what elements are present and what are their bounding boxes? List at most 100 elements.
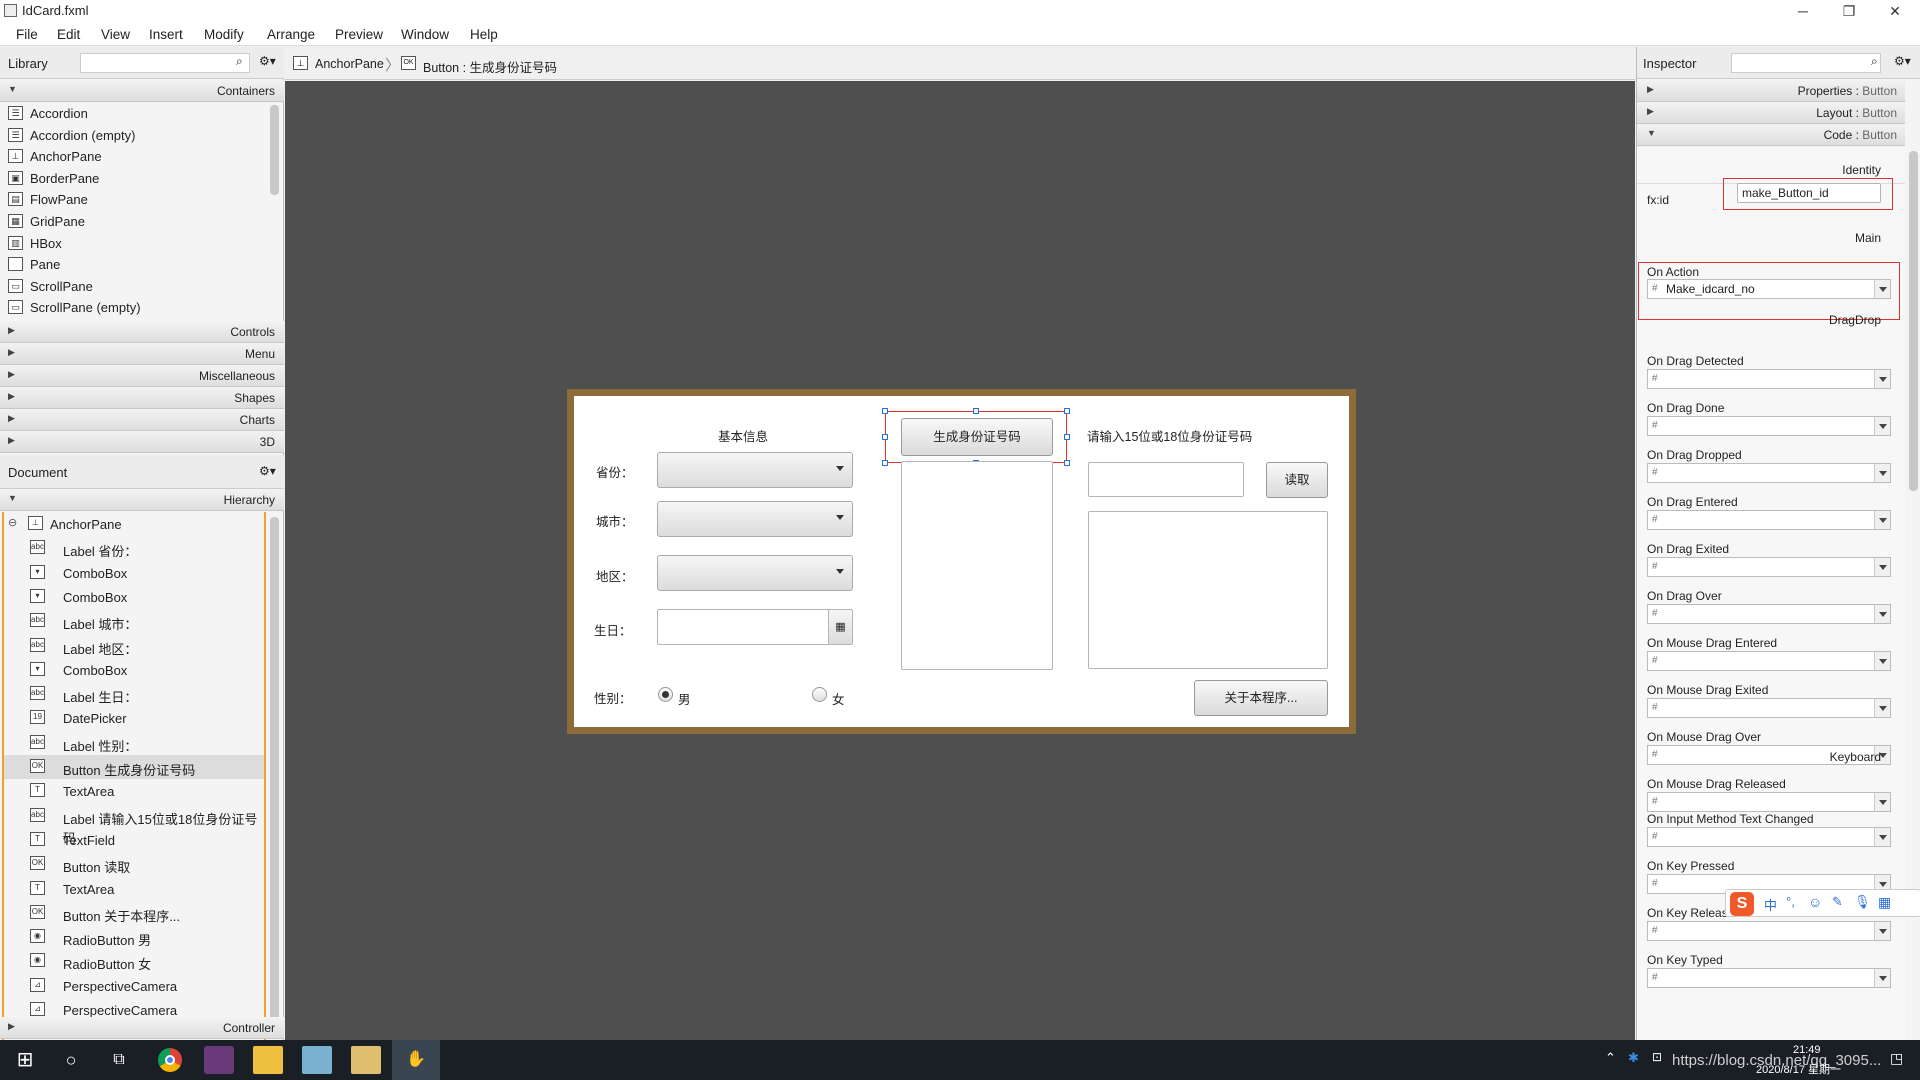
chevron-down-icon[interactable] (1874, 417, 1890, 435)
resize-handle[interactable] (882, 434, 888, 440)
section-misc[interactable]: ▶ Miscellaneous (0, 365, 284, 387)
chevron-down-icon[interactable] (1874, 922, 1890, 940)
library-item[interactable]: ▥ HBox (0, 233, 268, 255)
chevron-down-icon[interactable] (1874, 511, 1890, 529)
menu-window[interactable]: Window (401, 27, 449, 42)
chevron-down-icon[interactable] (1874, 699, 1890, 717)
section-properties[interactable]: ▶ Properties : Button (1637, 80, 1905, 102)
chevron-down-icon[interactable] (1874, 280, 1890, 298)
chevron-down-icon[interactable] (1874, 793, 1890, 811)
tree-item[interactable]: T TextArea (4, 877, 264, 901)
event-handler-input[interactable]: # (1647, 416, 1891, 436)
library-item[interactable]: ▦ GridPane (0, 211, 268, 233)
datepicker-birthday[interactable]: ▦ (657, 609, 853, 645)
event-handler-input[interactable]: # (1647, 968, 1891, 988)
library-item[interactable]: ☰ Accordion (empty) (0, 125, 268, 147)
fxid-input[interactable]: make_Button_id (1737, 183, 1881, 203)
gear-icon[interactable]: ⚙▾ (259, 54, 276, 68)
design-canvas[interactable]: 基本信息 省份： 城市： 地区： 生日： ▦ 性别： 男 女 生成身份证号码 请… (285, 81, 1635, 1040)
label-birthday[interactable]: 生日： (594, 620, 632, 639)
library-scrollbar[interactable] (270, 105, 279, 195)
label-province[interactable]: 省份： (596, 462, 634, 481)
tree-item[interactable]: ◉ RadioButton 女 (4, 949, 264, 973)
tree-item[interactable]: abc Label 地区： (4, 634, 264, 658)
scene-builder-icon[interactable] (351, 1046, 381, 1074)
chrome-icon[interactable] (155, 1046, 185, 1074)
event-handler-input[interactable]: # (1647, 510, 1891, 530)
combobox-city[interactable] (657, 501, 853, 537)
tree-item[interactable]: abc Label 省份： (4, 536, 264, 560)
generate-id-button[interactable]: 生成身份证号码 (901, 418, 1053, 456)
tree-item[interactable]: ▾ ComboBox (4, 561, 264, 585)
chevron-down-icon[interactable] (1874, 558, 1890, 576)
tree-item[interactable]: ◉ RadioButton 男 (4, 925, 264, 949)
read-button[interactable]: 读取 (1266, 462, 1328, 498)
gear-icon[interactable]: ⚙▾ (1894, 54, 1911, 68)
tree-item[interactable]: OK Button 读取 (4, 852, 264, 876)
section-code[interactable]: ▼ Code : Button (1637, 124, 1905, 146)
event-handler-input[interactable]: # (1647, 651, 1891, 671)
section-shapes[interactable]: ▶ Shapes (0, 387, 284, 409)
library-item[interactable]: ▭ ScrollPane (0, 276, 268, 298)
label-basic-info[interactable]: 基本信息 (718, 426, 768, 445)
tree-item[interactable]: abc Label 性别： (4, 731, 264, 755)
grid-icon[interactable]: ▦ (1878, 894, 1891, 911)
combobox-province[interactable] (657, 452, 853, 488)
library-item[interactable]: ▭ ScrollPane (empty) (0, 297, 268, 319)
inspector-search-input[interactable] (1731, 53, 1881, 73)
ime-toolbar[interactable]: S 中 °, ☺ ✎ 🎙 ▦ (1725, 889, 1920, 917)
event-handler-input[interactable]: # (1647, 604, 1891, 624)
tree-item[interactable]: ▾ ComboBox (4, 658, 264, 682)
section-controller[interactable]: ▶ Controller (0, 1017, 284, 1039)
tree-item[interactable]: abc Label 请输入15位或18位身份证号码 (4, 804, 264, 846)
tree-root[interactable]: ⊖ ⊥ AnchorPane (4, 512, 264, 536)
restore-icon[interactable]: ❐ (1826, 0, 1872, 22)
label-gender[interactable]: 性别： (594, 688, 632, 707)
clock-time[interactable]: 21:49 (1793, 1044, 1821, 1056)
search-icon[interactable]: ○ (56, 1046, 86, 1074)
chevron-down-icon[interactable] (1874, 464, 1890, 482)
folder-icon[interactable] (253, 1046, 283, 1074)
about-button[interactable]: 关于本程序... (1194, 680, 1328, 716)
resize-handle[interactable] (1064, 460, 1070, 466)
section-layout[interactable]: ▶ Layout : Button (1637, 102, 1905, 124)
radio-female-label[interactable]: 女 (832, 689, 845, 708)
library-item[interactable]: Pane (0, 254, 268, 276)
textarea-right[interactable] (1088, 511, 1328, 669)
windows-start-icon[interactable]: ⊞ (10, 1046, 40, 1074)
chevron-down-icon[interactable] (1874, 370, 1890, 388)
app-icon[interactable]: ✋ (401, 1046, 431, 1074)
search-icon[interactable]: ⌕ (1871, 54, 1878, 69)
pen-icon[interactable]: ✎ (1832, 894, 1843, 910)
calendar-icon[interactable]: ▦ (828, 610, 852, 644)
chevron-down-icon[interactable] (1874, 605, 1890, 623)
task-view-icon[interactable]: ⧉ (104, 1046, 134, 1074)
editor-icon[interactable] (302, 1046, 332, 1074)
section-3d[interactable]: ▶ 3D (0, 431, 284, 453)
minimize-icon[interactable]: ─ (1780, 0, 1826, 22)
anchorpane-stage[interactable]: 基本信息 省份： 城市： 地区： 生日： ▦ 性别： 男 女 生成身份证号码 请… (567, 389, 1356, 734)
notification-icon[interactable]: ◳ (1890, 1050, 1903, 1067)
event-handler-input[interactable]: # (1647, 463, 1891, 483)
breadcrumb-root[interactable]: AnchorPane (315, 57, 384, 71)
menu-preview[interactable]: Preview (335, 27, 383, 42)
resize-handle[interactable] (1064, 434, 1070, 440)
breadcrumb-current[interactable]: Button : 生成身份证号码 (423, 57, 557, 76)
label-input-prompt[interactable]: 请输入15位或18位身份证号码 (1087, 426, 1252, 445)
tree-item[interactable]: T TextField (4, 828, 264, 852)
library-item[interactable]: ⊥ AnchorPane (0, 146, 268, 168)
label-district[interactable]: 地区： (596, 566, 634, 585)
hierarchy-scrollbar[interactable] (270, 517, 279, 1037)
menu-file[interactable]: File (16, 27, 38, 42)
event-handler-input[interactable]: # (1647, 369, 1891, 389)
menu-arrange[interactable]: Arrange (267, 27, 315, 42)
tree-item[interactable]: ▾ ComboBox (4, 585, 264, 609)
library-item[interactable]: ☰ Accordion (0, 103, 268, 125)
combobox-district[interactable] (657, 555, 853, 591)
resize-handle[interactable] (882, 408, 888, 414)
label-city[interactable]: 城市： (596, 511, 634, 530)
tray-app-icon[interactable]: ✱ (1628, 1050, 1639, 1066)
radio-male[interactable] (658, 687, 673, 702)
menu-view[interactable]: View (101, 27, 130, 42)
event-handler-input[interactable]: # (1647, 792, 1891, 812)
